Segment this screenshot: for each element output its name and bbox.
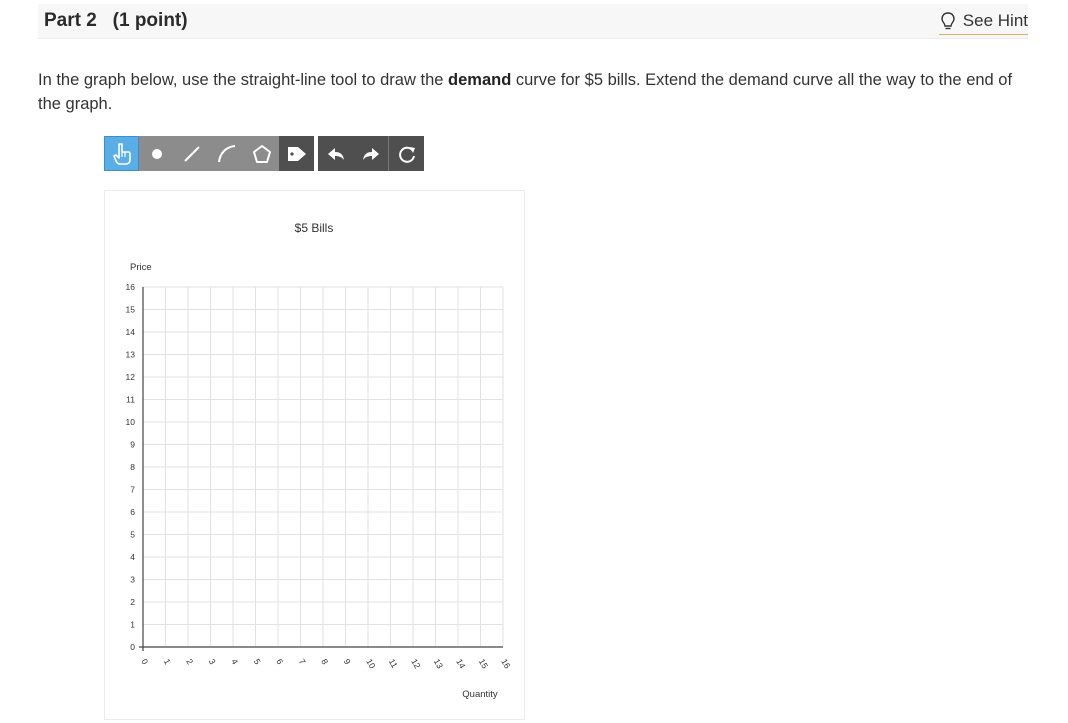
redo-arrow-icon — [362, 147, 379, 160]
curve-tool-button[interactable] — [209, 136, 244, 171]
y-tick-label: 8 — [130, 462, 135, 472]
y-tick-label: 9 — [130, 440, 135, 450]
y-tick-label: 5 — [130, 530, 135, 540]
pointer-tool-button[interactable] — [104, 136, 139, 171]
label-tool-button[interactable] — [279, 136, 314, 171]
drawing-toolbar — [104, 136, 424, 171]
lightbulb-icon — [941, 12, 955, 30]
y-tick-label: 14 — [126, 327, 136, 337]
pentagon-icon — [252, 144, 271, 163]
prompt-text-before: In the graph below, use the straight-lin… — [38, 71, 449, 89]
y-tick-label: 10 — [126, 417, 136, 427]
x-tick-labels: 0 1 2 3 4 5 6 7 8 9 10 11 12 13 14 15 16 — [139, 657, 513, 670]
straight-line-tool-button[interactable] — [174, 136, 209, 171]
polygon-tool-button[interactable] — [244, 136, 279, 171]
y-axis-label: Price — [130, 262, 152, 273]
reset-button[interactable] — [389, 136, 424, 171]
x-tick-label: 5 — [252, 657, 263, 666]
x-tick-label: 4 — [229, 657, 240, 666]
curve-icon — [217, 144, 235, 162]
x-tick-label: 8 — [319, 657, 330, 666]
part-label: Part 2 — [44, 10, 97, 31]
y-tick-label: 16 — [126, 282, 136, 292]
refresh-icon — [398, 146, 415, 163]
x-tick-label: 13 — [432, 657, 446, 670]
y-tick-label: 2 — [130, 597, 135, 607]
y-tick-label: 3 — [130, 575, 135, 585]
y-tick-label: 7 — [130, 485, 135, 495]
point-tool-button[interactable] — [139, 136, 174, 171]
x-tick-label: 14 — [454, 657, 468, 670]
question-prompt: In the graph below, use the straight-lin… — [38, 68, 1028, 116]
tag-icon — [287, 146, 306, 161]
y-tick-label: 6 — [130, 507, 135, 517]
graph-title: $5 Bills — [295, 221, 334, 235]
x-tick-label: 2 — [184, 657, 195, 666]
see-hint-label: See Hint — [962, 11, 1028, 30]
x-tick-label: 0 — [139, 657, 150, 666]
axis-layer — [139, 287, 503, 651]
graph-panel: $5 Bills Price Quantity 0 1 2 3 4 5 6 7 8 9 10 11 12… — [104, 190, 525, 720]
part-header: Part 2 (1 point) See Hint — [38, 4, 1028, 39]
undo-button[interactable] — [318, 136, 353, 171]
x-tick-label: 3 — [207, 657, 218, 666]
undo-arrow-icon — [327, 147, 344, 160]
line-icon — [183, 145, 200, 162]
x-tick-label: 16 — [499, 657, 513, 670]
y-tick-label: 1 — [130, 620, 135, 630]
y-tick-label: 11 — [126, 395, 135, 405]
x-tick-label: 12 — [409, 657, 423, 670]
redo-button[interactable] — [353, 136, 388, 171]
y-tick-labels: 012345678910111213141516 — [126, 282, 136, 652]
x-tick-label: 7 — [297, 657, 308, 666]
x-tick-label: 1 — [162, 657, 173, 666]
see-hint-link[interactable]: See Hint — [938, 8, 1028, 35]
prompt-text-bold: demand — [448, 71, 512, 89]
y-tick-label: 13 — [126, 350, 136, 360]
points-label: (1 point) — [112, 10, 188, 31]
x-axis-label: Quantity — [462, 689, 498, 700]
grid-layer — [143, 286, 504, 647]
demand-graph[interactable]: $5 Bills Price Quantity 0123456789101112… — [105, 191, 524, 719]
dot-icon — [151, 148, 162, 159]
y-tick-label: 0 — [130, 642, 135, 652]
hand-pointer-icon — [112, 142, 131, 165]
y-tick-label: 12 — [126, 372, 136, 382]
part-title: Part 2 (1 point) — [44, 10, 188, 32]
x-tick-label: 10 — [364, 657, 378, 670]
x-tick-label: 11 — [387, 657, 400, 670]
x-tick-label: 6 — [274, 657, 285, 666]
y-tick-label: 15 — [126, 305, 136, 315]
x-tick-label: 15 — [477, 657, 491, 670]
y-tick-label: 4 — [130, 552, 135, 562]
x-tick-label: 9 — [342, 657, 353, 666]
